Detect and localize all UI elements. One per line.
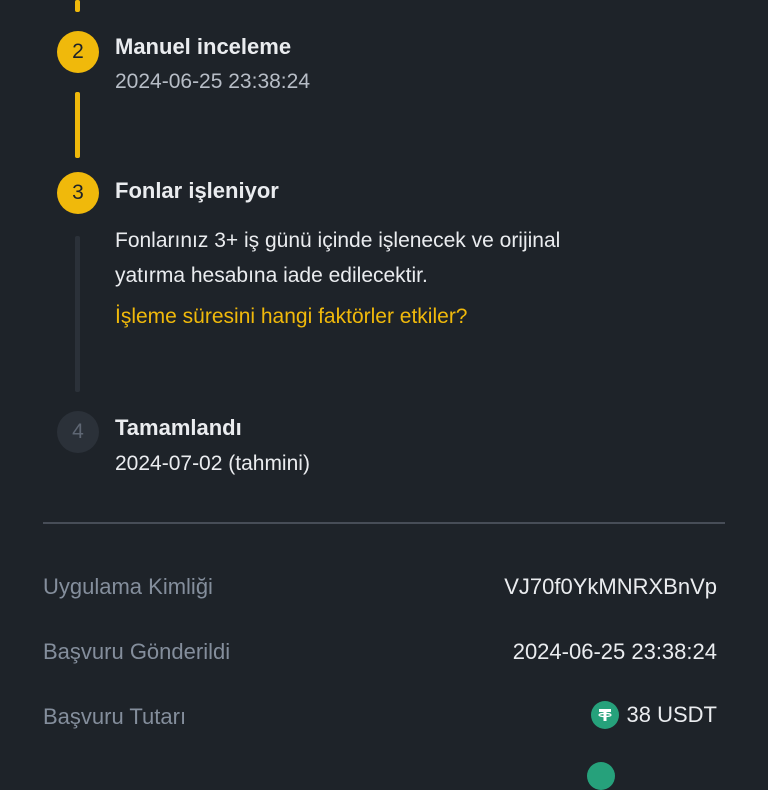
step-3-number: 3 (72, 181, 84, 204)
step-4-estimated-date: 2024-07-02 (tahmini) (115, 452, 310, 475)
step-4-title: Tamamlandı (115, 415, 242, 440)
step-2-number: 2 (72, 40, 84, 63)
application-id-label: Uygulama Kimliği (43, 574, 213, 599)
timeline-connector-3-4 (75, 236, 80, 392)
step-2-timestamp: 2024-06-25 23:38:24 (115, 70, 310, 93)
application-id-value: VJ70f0YkMNRXBnVp (504, 574, 717, 600)
processing-time-link[interactable]: İşleme süresini hangi faktörler etkiler? (115, 305, 468, 329)
usdt-icon (590, 701, 619, 729)
section-divider (43, 522, 725, 524)
submitted-label: Başvuru Gönderildi (43, 639, 231, 664)
step-4-indicator: 4 (57, 411, 99, 453)
step-2-indicator: 2 (57, 31, 99, 73)
step-3-description-line-1: Fonlarınız 3+ iş günü içinde işlenecek v… (115, 229, 561, 252)
amount-text: 38 USDT (626, 702, 717, 727)
step-3-description-line-2: yatırma hesabına iade edilecektir. (115, 264, 428, 287)
amount-value: 38 USDT (590, 701, 717, 729)
submitted-text: 2024-06-25 23:38:24 (512, 639, 717, 664)
partial-coin-icon (587, 762, 615, 790)
amount-label: Başvuru Tutarı (43, 704, 187, 729)
step-3-description: Fonlarınız 3+ iş günü içinde işlenecek v… (115, 223, 675, 293)
step-4-number: 4 (72, 420, 84, 443)
timeline-connector-2-3 (75, 92, 80, 158)
step-3-indicator: 3 (57, 172, 99, 214)
application-id-text: VJ70f0YkMNRXBnVp (504, 574, 717, 599)
timeline-connector-top (75, 0, 80, 12)
submitted-value: 2024-06-25 23:38:24 (513, 639, 717, 665)
step-2-title: Manuel inceleme (115, 34, 292, 59)
step-3-title: Fonlar işleniyor (115, 178, 279, 203)
